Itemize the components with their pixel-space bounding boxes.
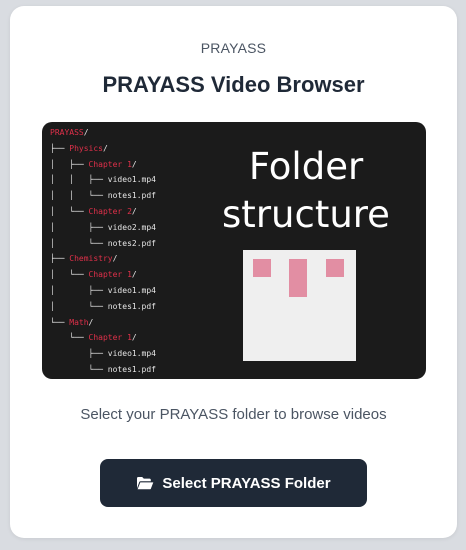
tree-branch-glyphs: │ ├── [50,159,89,169]
preview-heading-line1: Folder [248,145,364,188]
tree-row: ├── Physics/ [50,141,156,157]
tree-branch-glyphs: │ └── [50,238,108,248]
tree-branch-glyphs: │ └── [50,206,89,216]
tree-branch-glyphs: │ ├── [50,222,108,232]
tree-path-suffix: / [88,317,94,327]
tree-row: │ ├── Chapter 1/ [50,157,156,173]
tree-row: └── notes1.pdf [50,362,156,378]
preview-heading-line2: structure [222,193,390,236]
tree-path-suffix: / [131,159,137,169]
tree-branch-glyphs: │ ├── [50,285,108,295]
folder-open-icon [136,476,154,490]
page-title: PRAYASS Video Browser [102,72,365,97]
tree-folder-name: Chapter 1 [88,270,132,280]
tree-folder-name: Chapter 1 [88,333,132,343]
tree-row: │ ├── video1.mp4 [50,283,156,299]
instruction-text: Select your PRAYASS folder to browse vid… [80,406,387,423]
tree-folder-name: Chapter 1 [88,159,132,169]
tree-branch-glyphs: ├── [50,349,108,359]
tree-branch-glyphs: │ └── [50,301,108,311]
tree-branch-glyphs: └── [50,333,89,343]
tree-row: │ │ └── notes1.pdf [50,188,156,204]
tree-path-suffix: / [131,206,137,216]
face-left-eye [253,259,271,277]
tree-file-name: notes1.pdf [107,364,156,374]
tree-folder-name: Physics [69,143,103,153]
tree-path-suffix: / [102,143,108,153]
tree-branch-glyphs: └── [50,364,108,374]
tree-branch-glyphs: │ │ ├── [50,175,108,185]
select-folder-button[interactable]: Select PRAYASS Folder [100,459,367,507]
face-right-eye [326,259,344,277]
tree-row: PRAYASS/ [50,125,156,141]
tree-path-suffix: / [112,254,118,264]
tree-file-name: video2.mp4 [107,222,156,232]
tree-row: └── Math/ [50,315,156,331]
tree-folder-name: PRAYASS [50,128,84,137]
tree-file-name: notes1.pdf [107,301,156,311]
tree-file-name: video1.mp4 [107,349,156,359]
tree-branch-glyphs: ├── [50,254,70,264]
tree-file-name: video1.mp4 [107,175,156,185]
tree-branch-glyphs: │ │ └── [50,191,108,201]
tree-file-name: notes2.pdf [107,238,156,248]
tree-row: │ │ ├── video1.mp4 [50,172,156,188]
tree-row: ├── Chemistry/ [50,251,156,267]
tree-branch-glyphs: ├── [50,143,70,153]
tree-folder-name: Chapter 2 [88,206,132,216]
tree-row: ├── video1.mp4 [50,346,156,362]
brand-label: PRAYASS [200,40,267,56]
select-folder-button-label: Select PRAYASS Folder [162,474,331,492]
tree-path-suffix: / [131,270,137,280]
folder-tree: PRAYASS/├── Physics/│ ├── Chapter 1/│ │ … [50,125,156,378]
tree-folder-name: Chemistry [69,254,113,264]
tree-row: │ └── Chapter 2/ [50,204,156,220]
tree-row: │ ├── video2.mp4 [50,220,156,236]
placeholder-face-graphic [243,250,356,361]
tree-row: │ └── notes1.pdf [50,299,156,315]
tree-file-name: notes1.pdf [107,191,156,201]
tree-row: │ └── notes2.pdf [50,236,156,252]
folder-select-card: PRAYASS PRAYASS Video Browser PRAYASS/├─… [10,6,457,538]
face-nose [289,259,307,297]
tree-path-suffix: / [131,333,137,343]
tree-folder-name: Math [69,317,89,327]
tree-file-name: video1.mp4 [107,285,156,295]
tree-row: │ └── Chapter 1/ [50,267,156,283]
tree-branch-glyphs: │ └── [50,270,89,280]
folder-structure-preview-image: PRAYASS/├── Physics/│ ├── Chapter 1/│ │ … [42,122,426,379]
tree-path-suffix: / [83,128,89,137]
tree-branch-glyphs: └── [50,317,70,327]
tree-row: └── Chapter 1/ [50,330,156,346]
